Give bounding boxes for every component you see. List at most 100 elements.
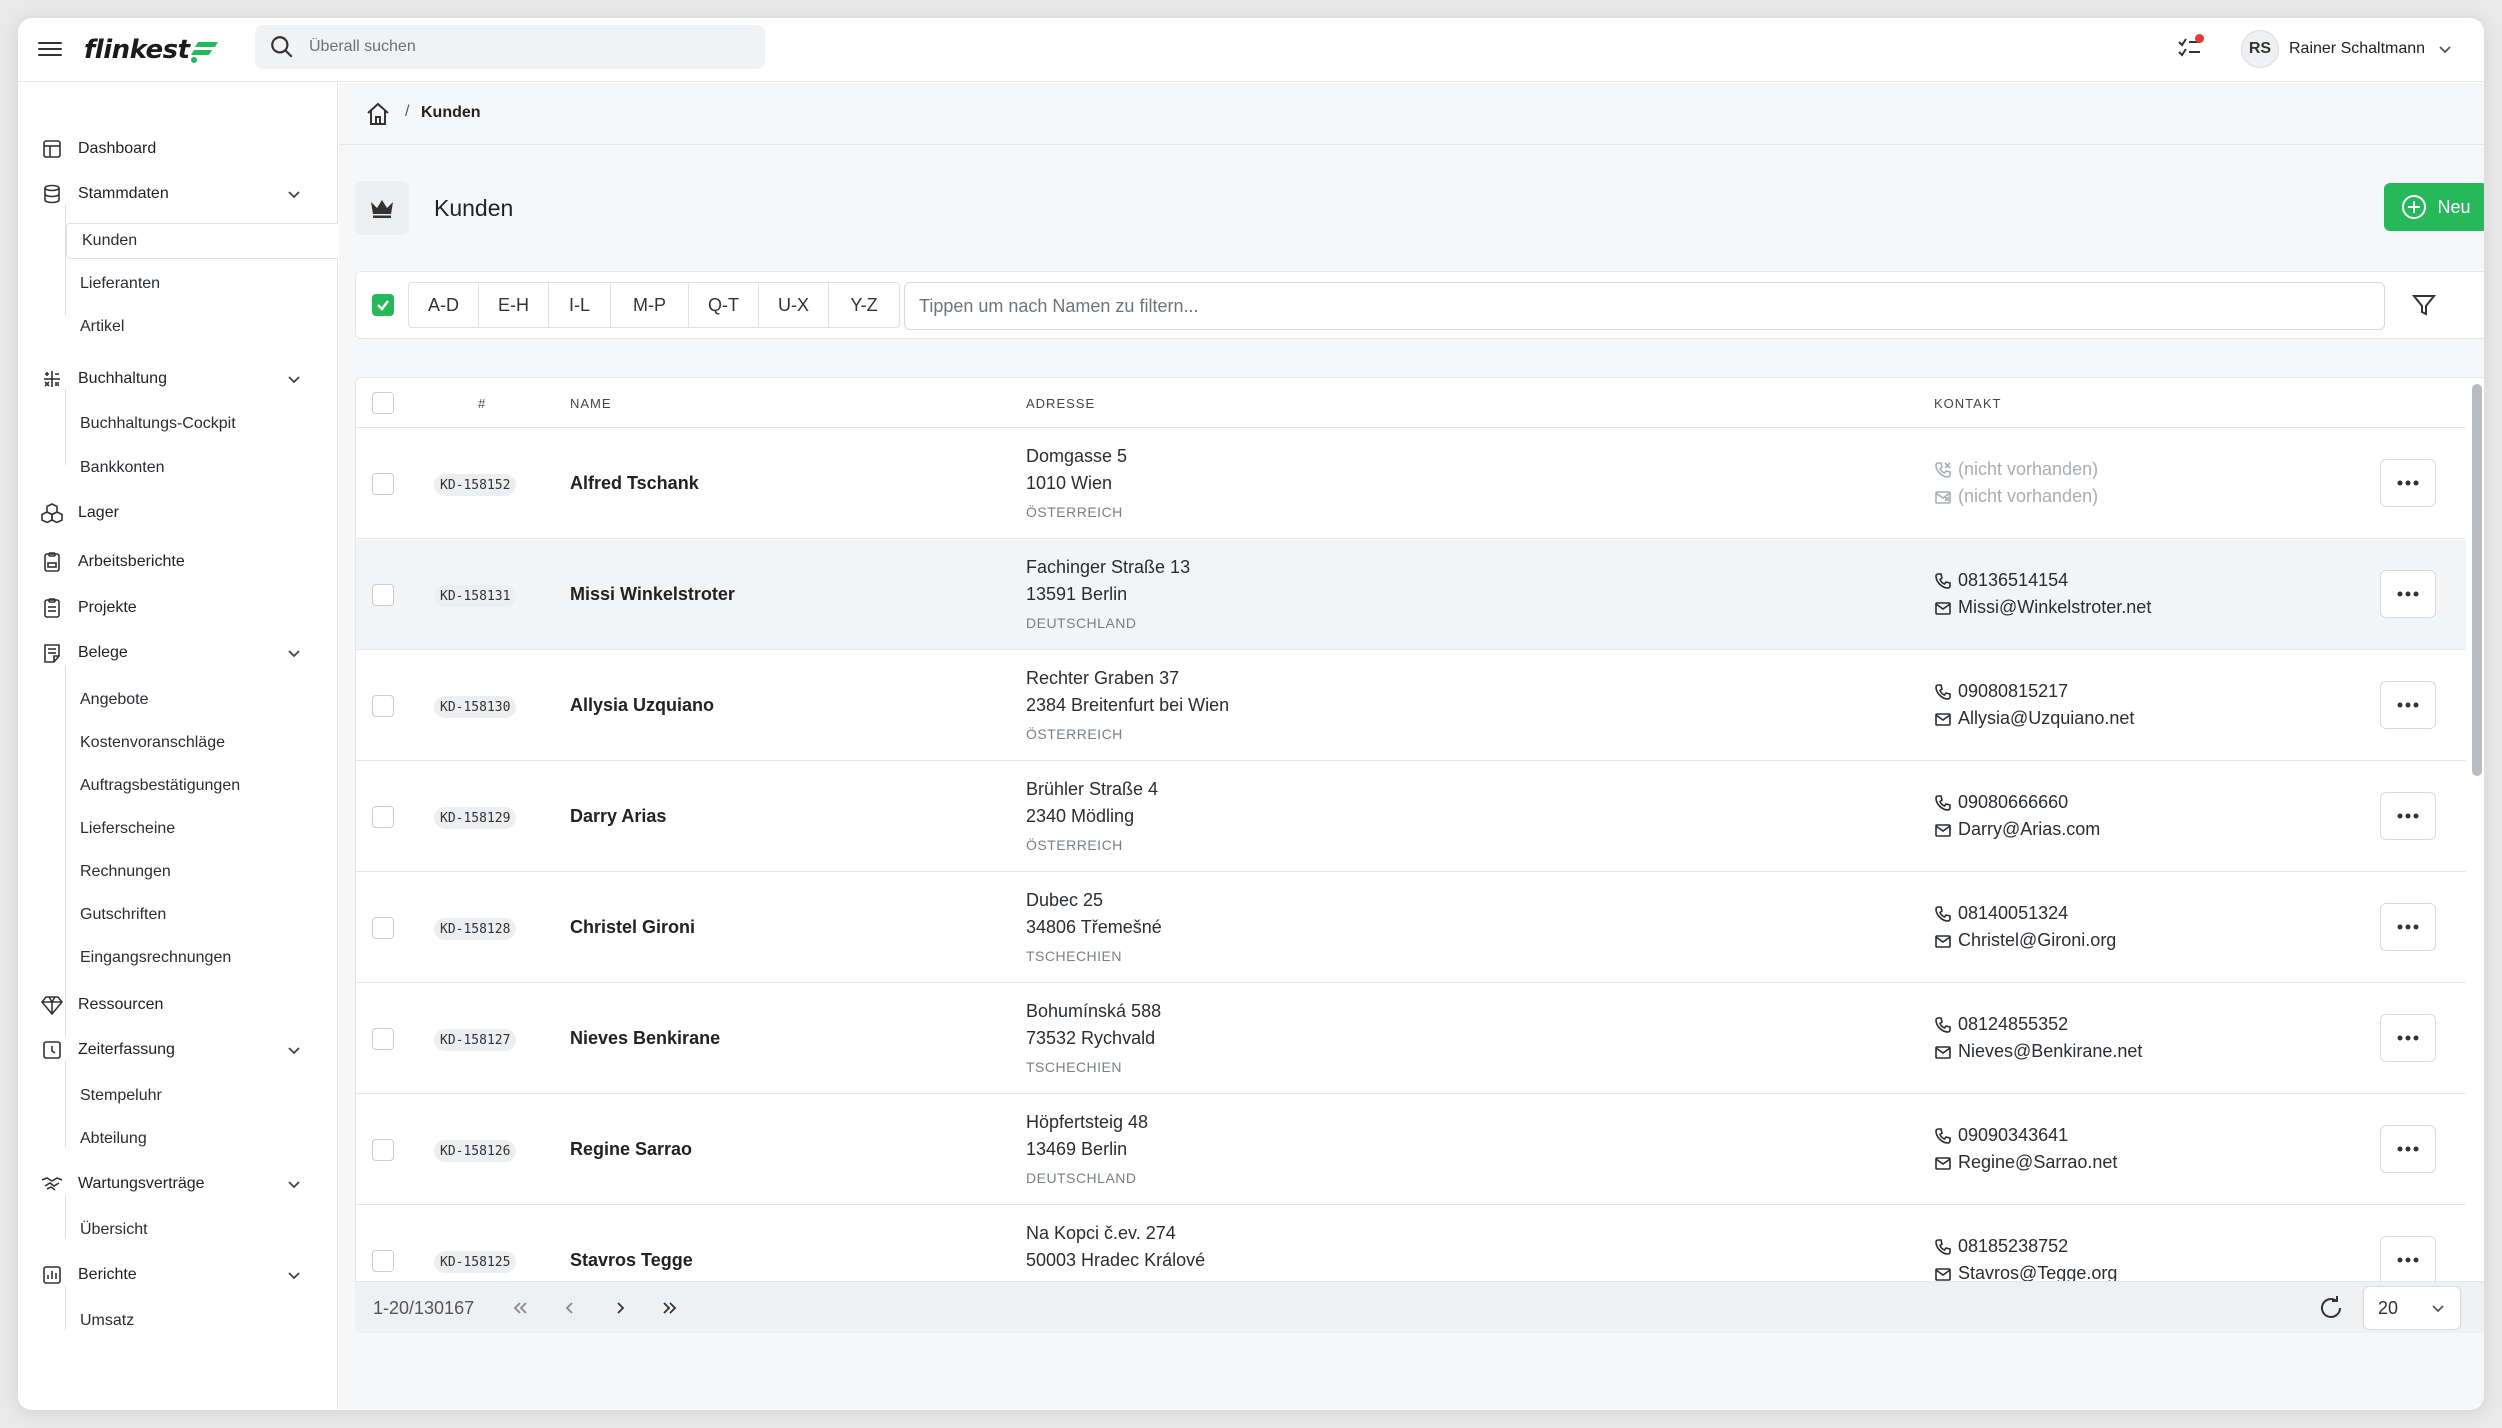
- sidebar-item-artikel[interactable]: Artikel: [65, 309, 338, 345]
- row-checkbox[interactable]: [372, 473, 394, 495]
- letter-filter-y-z[interactable]: Y-Z: [829, 283, 899, 327]
- address-city: 73532 Rychvald: [1026, 1028, 1156, 1048]
- first-page-icon[interactable]: [508, 1296, 532, 1320]
- row-actions-button[interactable]: [2380, 1236, 2436, 1284]
- table-row[interactable]: KD-158131 Missi Winkelstroter Fachinger St…: [356, 540, 2466, 650]
- sidebar-item-berichte[interactable]: Berichte: [18, 1257, 338, 1293]
- new-customer-button[interactable]: Neu: [2384, 183, 2484, 231]
- table-row[interactable]: KD-158127 Nieves Benkirane Bohumínská 588 7…: [356, 984, 2466, 1094]
- sidebar-item-zeiterfassung[interactable]: Zeiterfassung: [18, 1032, 338, 1068]
- sidebar-item-kunden[interactable]: Kunden: [66, 223, 338, 259]
- sidebar-item-label: Wartungsverträge: [78, 1175, 205, 1192]
- sidebar-item-auftragsbestaetigungen[interactable]: Auftragsbestätigungen: [65, 768, 338, 804]
- filter-icon[interactable]: [2411, 292, 2437, 323]
- letter-filter-u-x[interactable]: U-X: [759, 283, 829, 327]
- customer-name: Darry Arias: [570, 806, 667, 826]
- contact-phone[interactable]: 09080815217: [1934, 681, 2068, 702]
- previous-page-icon[interactable]: [558, 1296, 582, 1320]
- sidebar-item-label: Kostenvoranschläge: [80, 734, 225, 751]
- chevron-down-icon: [288, 376, 300, 384]
- sidebar-item-buchhaltung[interactable]: Buchhaltung: [18, 361, 338, 397]
- contact-email[interactable]: Missi@Winkelstroter.net: [1934, 597, 2151, 618]
- search-input[interactable]: [309, 38, 729, 56]
- refresh-icon[interactable]: [2317, 1294, 2345, 1327]
- sidebar-item-projekte[interactable]: Projekte: [18, 590, 338, 626]
- user-menu[interactable]: RS Rainer Schaltmann: [2241, 28, 2453, 70]
- clipboard-icon: [40, 596, 64, 620]
- sidebar-item-kostenvoranschlaege[interactable]: Kostenvoranschläge: [65, 725, 338, 761]
- contact-phone[interactable]: 09080666660: [1934, 792, 2068, 813]
- contact-phone[interactable]: 08185238752: [1934, 1236, 2068, 1257]
- contact-email[interactable]: Allysia@Uzquiano.net: [1934, 708, 2134, 729]
- sidebar-item-stammdaten[interactable]: Stammdaten: [18, 176, 338, 212]
- table-row[interactable]: KD-158152 Alfred Tschank Domgasse 5 1010 Wi…: [356, 429, 2466, 539]
- sidebar-item-abteilung[interactable]: Abteilung: [65, 1121, 338, 1157]
- home-icon[interactable]: [365, 101, 391, 132]
- contact-email[interactable]: Christel@Gironi.org: [1934, 930, 2116, 951]
- page-size-select[interactable]: 20: [2363, 1286, 2461, 1330]
- row-actions-button[interactable]: [2380, 1125, 2436, 1173]
- menu-icon[interactable]: [38, 38, 62, 62]
- row-actions-button[interactable]: [2380, 459, 2436, 507]
- select-all-checkbox[interactable]: [372, 392, 394, 414]
- contact-email[interactable]: Darry@Arias.com: [1934, 819, 2100, 840]
- letter-filter-e-h[interactable]: E-H: [479, 283, 549, 327]
- sidebar-item-gutschriften[interactable]: Gutschriften: [65, 897, 338, 933]
- sidebar-item-umsatz[interactable]: Umsatz: [65, 1303, 338, 1339]
- row-checkbox[interactable]: [372, 695, 394, 717]
- sidebar-item-dashboard[interactable]: Dashboard: [18, 131, 338, 167]
- sidebar-item-eingangsrechnungen[interactable]: Eingangsrechnungen: [65, 940, 338, 976]
- row-actions-button[interactable]: [2380, 792, 2436, 840]
- row-checkbox[interactable]: [372, 1028, 394, 1050]
- letter-filter-q-t[interactable]: Q-T: [689, 283, 759, 327]
- sidebar-item-buchhaltungs-cockpit[interactable]: Buchhaltungs-Cockpit: [65, 406, 338, 442]
- address-city: 2384 Breitenfurt bei Wien: [1026, 695, 1230, 715]
- contact-email[interactable]: Nieves@Benkirane.net: [1934, 1041, 2142, 1062]
- sidebar-item-stempeluhr[interactable]: Stempeluhr: [65, 1078, 338, 1114]
- row-checkbox[interactable]: [372, 1250, 394, 1272]
- contact-email[interactable]: Regine@Sarrao.net: [1934, 1152, 2117, 1173]
- row-checkbox[interactable]: [372, 584, 394, 606]
- row-checkbox[interactable]: [372, 1139, 394, 1161]
- submenu-line: [65, 665, 66, 1037]
- row-actions-button[interactable]: [2380, 570, 2436, 618]
- last-page-icon[interactable]: [658, 1296, 682, 1320]
- next-page-icon[interactable]: [608, 1296, 632, 1320]
- table-row[interactable]: KD-158130 Allysia Uzquiano Rechter Graben …: [356, 651, 2466, 761]
- sidebar-item-lieferscheine[interactable]: Lieferscheine: [65, 811, 338, 847]
- row-actions-button[interactable]: [2380, 1014, 2436, 1062]
- global-search[interactable]: [255, 25, 765, 69]
- contact-phone[interactable]: 08124855352: [1934, 1014, 2068, 1035]
- sidebar-item-ressourcen[interactable]: Ressourcen: [18, 987, 338, 1023]
- sidebar-item-angebote[interactable]: Angebote: [65, 682, 338, 718]
- sidebar-item-arbeitsberichte[interactable]: Arbeitsberichte: [18, 544, 338, 580]
- letter-filter-a-d[interactable]: A-D: [409, 283, 479, 327]
- row-checkbox[interactable]: [372, 806, 394, 828]
- logo[interactable]: flinkest: [84, 30, 220, 70]
- tasks-icon[interactable]: [2176, 34, 2206, 64]
- sidebar-item-uebersicht[interactable]: Übersicht: [65, 1212, 338, 1248]
- row-checkbox[interactable]: [372, 917, 394, 939]
- scrollbar[interactable]: [2466, 378, 2484, 1320]
- letter-filter-m-p[interactable]: M-P: [611, 283, 689, 327]
- table-row[interactable]: KD-158126 Regine Sarrao Höpfertsteig 48 134…: [356, 1095, 2466, 1205]
- row-actions-button[interactable]: [2380, 681, 2436, 729]
- sidebar-item-wartungsvertraege[interactable]: Wartungsverträge: [18, 1166, 338, 1202]
- contact-phone[interactable]: 09090343641: [1934, 1125, 2068, 1146]
- logo-text: flinkest: [84, 35, 190, 65]
- sidebar-item-lager[interactable]: Lager: [18, 495, 338, 531]
- sidebar-item-belege[interactable]: Belege: [18, 635, 338, 671]
- scrollbar-thumb[interactable]: [2472, 384, 2482, 776]
- contact-phone[interactable]: 08140051324: [1934, 903, 2068, 924]
- select-all-letters-checkbox[interactable]: [372, 294, 394, 316]
- name-filter-input[interactable]: [904, 282, 2385, 330]
- column-header-name[interactable]: Name: [570, 396, 612, 411]
- table-row[interactable]: KD-158128 Christel Gironi Dubec 25 34806 Tř…: [356, 873, 2466, 983]
- letter-filter-i-l[interactable]: I-L: [549, 283, 611, 327]
- sidebar-item-bankkonten[interactable]: Bankkonten: [65, 450, 338, 486]
- table-row[interactable]: KD-158129 Darry Arias Brühler Straße 4 2340…: [356, 762, 2466, 872]
- sidebar-item-lieferanten[interactable]: Lieferanten: [65, 266, 338, 302]
- sidebar-item-rechnungen[interactable]: Rechnungen: [65, 854, 338, 890]
- contact-phone[interactable]: 08136514154: [1934, 570, 2068, 591]
- row-actions-button[interactable]: [2380, 903, 2436, 951]
